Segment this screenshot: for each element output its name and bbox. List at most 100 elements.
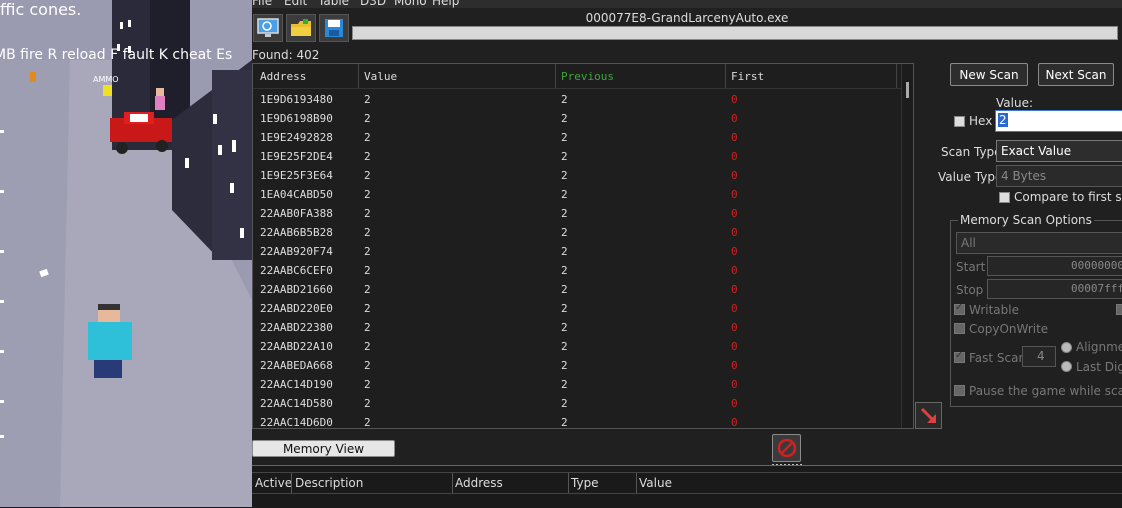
- start-address-input[interactable]: 00000000: [987, 256, 1122, 276]
- cell-value: 2: [364, 207, 371, 220]
- compare-first-checkbox[interactable]: [999, 192, 1010, 203]
- hud-controls: MB fire R reload F fault K cheat Es: [0, 47, 233, 63]
- open-process-button[interactable]: [253, 14, 283, 42]
- table-row[interactable]: 22AAC14D580 2 2 0: [253, 394, 901, 413]
- column-divider[interactable]: [555, 64, 556, 88]
- fastscan-checkbox[interactable]: [954, 350, 965, 363]
- hex-label: Hex: [969, 114, 993, 128]
- column-divider[interactable]: [358, 64, 359, 88]
- executable-checkbox[interactable]: [1116, 304, 1122, 315]
- cell-previous: 2: [561, 416, 568, 429]
- new-scan-button[interactable]: New Scan: [950, 63, 1028, 86]
- scan-progress-bar: [352, 26, 1118, 40]
- memory-scan-options-title: Memory Scan Options: [958, 213, 1094, 227]
- next-scan-button[interactable]: Next Scan: [1038, 63, 1114, 86]
- stop-address-input[interactable]: 00007fff: [987, 279, 1122, 299]
- table-row[interactable]: 1EA04CABD50 2 2 0: [253, 185, 901, 204]
- pause-game-label: Pause the game while scanning: [969, 384, 1122, 398]
- menu-edit[interactable]: Edit: [284, 0, 307, 8]
- column-divider[interactable]: [725, 64, 726, 88]
- col-type-header[interactable]: Type: [571, 476, 599, 490]
- table-row[interactable]: 1E9D6198B90 2 2 0: [253, 109, 901, 128]
- cell-value: 2: [364, 93, 371, 106]
- cell-address: 1E9D6193480: [260, 93, 333, 106]
- col-previous-header[interactable]: Previous: [561, 70, 614, 83]
- table-row[interactable]: 22AABEDA668 2 2 0: [253, 356, 901, 375]
- hex-checkbox[interactable]: [954, 116, 965, 127]
- table-row[interactable]: 22AAB0FA388 2 2 0: [253, 204, 901, 223]
- value-input[interactable]: 2: [995, 110, 1122, 132]
- save-button[interactable]: [319, 14, 349, 42]
- table-row[interactable]: 1E9E2492828 2 2 0: [253, 128, 901, 147]
- lastdigits-radio[interactable]: [1061, 361, 1072, 372]
- table-row[interactable]: 22AAB920F74 2 2 0: [253, 242, 901, 261]
- col-value-header[interactable]: Value: [364, 70, 397, 83]
- copyonwrite-checkbox[interactable]: [954, 323, 965, 334]
- cell-address: 22AABD22380: [260, 321, 333, 334]
- pause-game-checkbox[interactable]: [954, 385, 965, 396]
- col-first-header[interactable]: First: [731, 70, 764, 83]
- column-divider[interactable]: [896, 64, 897, 88]
- cell-address: 22AAB0FA388: [260, 207, 333, 220]
- open-file-button[interactable]: [286, 14, 316, 42]
- hud-line-1: ffic cones.: [0, 0, 82, 19]
- table-row[interactable]: 1E9E25F3E64 2 2 0: [253, 166, 901, 185]
- menu-help[interactable]: Help: [432, 0, 459, 8]
- table-row[interactable]: 22AABD21660 2 2 0: [253, 280, 901, 299]
- scan-results-list[interactable]: Address Value Previous First 1E9D6193480…: [252, 63, 914, 429]
- results-scrollbar[interactable]: [901, 64, 913, 428]
- address-list[interactable]: Active Description Address Type Value: [252, 465, 1122, 508]
- column-divider[interactable]: [636, 473, 637, 493]
- column-divider[interactable]: [452, 473, 453, 493]
- menu-table[interactable]: Table: [318, 0, 349, 8]
- writable-checkbox[interactable]: [954, 302, 965, 315]
- menu-mono[interactable]: Mono: [394, 0, 427, 8]
- table-row[interactable]: 22AAC14D190 2 2 0: [253, 375, 901, 394]
- cell-value: 2: [364, 340, 371, 353]
- compare-first-label: Compare to first scan: [1014, 190, 1122, 204]
- table-row[interactable]: 22AABD22A10 2 2 0: [253, 337, 901, 356]
- menu-file[interactable]: File: [252, 0, 272, 8]
- fastscan-input[interactable]: 4: [1022, 346, 1056, 367]
- cell-previous: 2: [561, 169, 568, 182]
- alignment-radio[interactable]: [1061, 342, 1072, 353]
- folder-icon: [291, 19, 311, 36]
- add-to-list-button[interactable]: [915, 402, 942, 429]
- table-row[interactable]: 22AAC14D6D0 2 2 0: [253, 413, 901, 429]
- cell-value: 2: [364, 150, 371, 163]
- cell-previous: 2: [561, 340, 568, 353]
- column-divider[interactable]: [291, 473, 292, 493]
- stop-address-value: 00007fff: [1071, 282, 1122, 295]
- value-type-value: 4 Bytes: [1001, 169, 1047, 183]
- results-header: Address Value Previous First: [253, 64, 901, 89]
- scan-type-select[interactable]: Exact Value: [996, 140, 1122, 162]
- table-row[interactable]: 1E9D6193480 2 2 0: [253, 90, 901, 109]
- col-address-header-list[interactable]: Address: [455, 476, 503, 490]
- lastdigits-label: Last Digits: [1076, 360, 1122, 374]
- table-row[interactable]: 1E9E25F2DE4 2 2 0: [253, 147, 901, 166]
- column-divider[interactable]: [568, 473, 569, 493]
- scan-type-value: Exact Value: [1001, 144, 1072, 158]
- game-viewport: ffic cones. MB fire R reload F fault K c…: [0, 0, 252, 507]
- scrollbar-thumb[interactable]: [906, 82, 909, 98]
- col-address-header[interactable]: Address: [260, 70, 306, 83]
- value-type-select[interactable]: 4 Bytes: [996, 165, 1122, 187]
- stop-label: Stop: [956, 283, 984, 297]
- game-scene: [0, 0, 252, 507]
- table-row[interactable]: 22AABD220E0 2 2 0: [253, 299, 901, 318]
- cell-first: 0: [731, 207, 738, 220]
- col-value-header-list[interactable]: Value: [639, 476, 672, 490]
- memory-view-button[interactable]: Memory View: [252, 440, 395, 457]
- table-row[interactable]: 22AABC6CEF0 2 2 0: [253, 261, 901, 280]
- col-active-header[interactable]: Active: [255, 476, 292, 490]
- col-description-header[interactable]: Description: [295, 476, 363, 490]
- cell-previous: 2: [561, 150, 568, 163]
- stop-button[interactable]: [772, 434, 801, 462]
- region-select[interactable]: All: [956, 232, 1122, 254]
- menu-d3d[interactable]: D3D: [360, 0, 386, 8]
- value-input-text: 2: [998, 113, 1008, 127]
- cell-previous: 2: [561, 302, 568, 315]
- table-row[interactable]: 22AAB6B5B28 2 2 0: [253, 223, 901, 242]
- cell-address: 1E9E2492828: [260, 131, 333, 144]
- table-row[interactable]: 22AABD22380 2 2 0: [253, 318, 901, 337]
